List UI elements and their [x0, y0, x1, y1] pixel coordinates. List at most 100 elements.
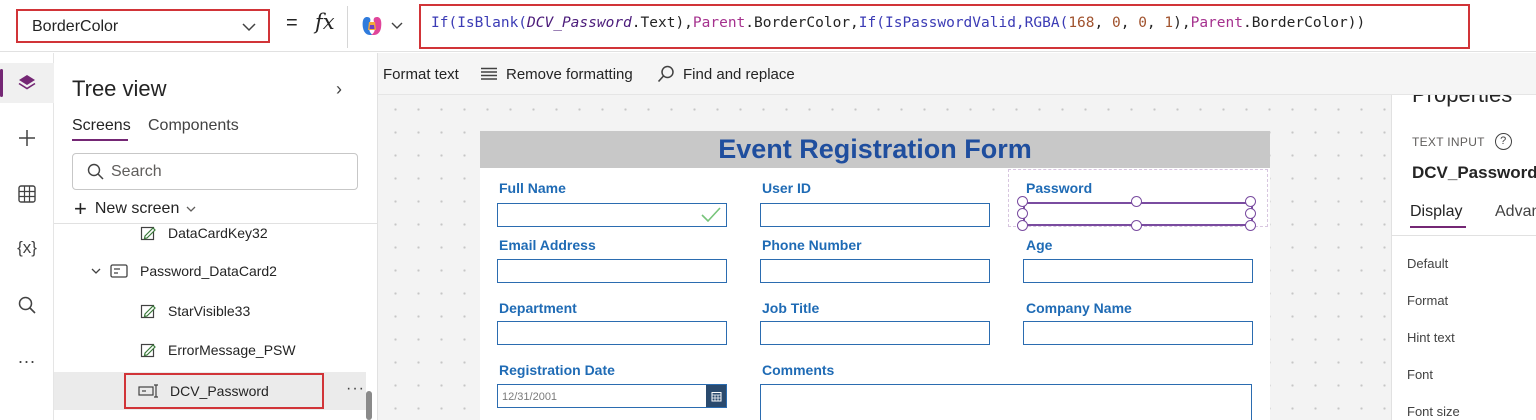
tree-view-panel: Tree view › Screens Components + New scr… [54, 53, 378, 420]
formula-token: Parent [692, 15, 746, 31]
tree-node-password-datacard2[interactable]: Password_DataCard2 [90, 256, 277, 286]
tab-screens[interactable]: Screens [72, 117, 131, 135]
formula-toolbar: Format text Remove formatting Find and r… [347, 53, 1536, 95]
design-canvas[interactable]: Event Registration Form Full Name User I… [378, 95, 1391, 420]
full-name-input[interactable] [497, 203, 727, 227]
control-type: TEXT INPUT ? [1412, 133, 1512, 150]
formula-token: , [1120, 15, 1139, 31]
label-comments: Comments [762, 362, 835, 378]
label-company: Company Name [1026, 300, 1132, 316]
calendar-button[interactable] [706, 385, 726, 407]
department-input[interactable] [497, 321, 727, 345]
formula-token: , [1094, 15, 1112, 31]
label-user-id: User ID [762, 180, 812, 196]
text-input-icon [138, 384, 158, 398]
properties-title: Properties [1412, 95, 1512, 108]
form-screen[interactable]: Event Registration Form Full Name User I… [480, 131, 1270, 420]
search-icon [18, 296, 36, 314]
tree-scrollbar[interactable] [366, 391, 372, 420]
resize-handle[interactable] [1017, 220, 1028, 231]
rail-insert-button[interactable] [0, 118, 54, 158]
phone-input[interactable] [760, 259, 990, 283]
formula-token: 168 [1068, 15, 1095, 31]
search-icon [87, 163, 104, 180]
comments-input[interactable] [760, 384, 1252, 420]
tab-components[interactable]: Components [148, 117, 239, 135]
remove-formatting-button[interactable]: Remove formatting [480, 63, 633, 85]
label-email: Email Address [499, 237, 596, 253]
tab-advanced[interactable]: Advanced [1495, 203, 1536, 221]
email-input[interactable] [497, 259, 727, 283]
copilot-button[interactable] [360, 14, 406, 38]
rail-data-button[interactable] [0, 174, 54, 214]
label-job-title: Job Title [762, 300, 820, 316]
prop-hint-text: Hint text [1407, 330, 1455, 345]
formula-token: If(IsBlank( [431, 15, 528, 31]
registration-date-picker[interactable]: 12/31/2001 [497, 384, 727, 408]
copilot-icon [362, 17, 382, 35]
resize-handle[interactable] [1245, 208, 1256, 219]
control-name[interactable]: DCV_Password [1412, 163, 1536, 183]
formula-token: 1 [1164, 15, 1174, 31]
chevron-down-icon [242, 23, 256, 32]
property-dropdown[interactable]: BorderColor [16, 9, 270, 43]
formula-token: .BorderColor)) [1242, 15, 1366, 31]
help-icon[interactable]: ? [1494, 133, 1512, 150]
prop-font: Font [1407, 367, 1434, 382]
collapse-panel-icon[interactable]: › [336, 79, 342, 100]
label-phone: Phone Number [762, 237, 862, 253]
resize-handle[interactable] [1131, 220, 1142, 231]
formula-bar: BorderColor = fx If(IsBlank(DCV_Password… [0, 0, 1536, 52]
form-title: Event Registration Form [718, 134, 1032, 164]
resize-handle[interactable] [1131, 196, 1142, 207]
plus-icon [19, 130, 35, 146]
formula-token: ), [1173, 15, 1191, 31]
company-input[interactable] [1023, 321, 1253, 345]
layers-icon [18, 75, 36, 90]
format-text-label: Format text [383, 65, 459, 83]
tree-node-dcv-password[interactable]: DCV_Password [124, 373, 324, 409]
find-replace-button[interactable]: Find and replace [657, 63, 795, 85]
rail-variables-button[interactable]: {x} [0, 228, 54, 268]
equals-sign: = [286, 12, 298, 34]
remove-formatting-icon [481, 67, 497, 80]
more-icon: ... [17, 346, 36, 367]
check-icon [701, 207, 721, 223]
label-full-name: Full Name [499, 180, 566, 196]
tab-active-indicator [72, 139, 128, 141]
resize-handle[interactable] [1017, 196, 1028, 207]
formula-token: 0 [1111, 15, 1121, 31]
tree-search-box[interactable] [72, 153, 358, 190]
rail-tree-view-button[interactable] [0, 63, 54, 103]
tree-node-starvisible33[interactable]: StarVisible33 [140, 296, 250, 326]
tree-node-label: Password_DataCard2 [140, 263, 277, 279]
formula-input[interactable]: If(IsBlank(DCV_Password.Text),Parent.Bor… [419, 4, 1470, 49]
tree-search-input[interactable] [111, 161, 341, 183]
age-input[interactable] [1023, 259, 1253, 283]
formula-token: 0 [1138, 15, 1147, 31]
property-dropdown-value: BorderColor [32, 18, 119, 35]
more-options-icon[interactable]: ··· [346, 380, 365, 398]
control-type-label: TEXT INPUT [1412, 134, 1485, 149]
tree-node-label: DCV_Password [170, 383, 269, 399]
fx-icon: fx [315, 10, 335, 34]
tree-node-label: StarVisible33 [168, 303, 251, 319]
edit-label-icon [140, 343, 156, 358]
tree-node-datacardkey32[interactable]: DataCardKey32 [140, 218, 268, 248]
rail-more-button[interactable]: ... [0, 337, 54, 377]
tab-display[interactable]: Display [1410, 203, 1462, 221]
resize-handle[interactable] [1017, 208, 1028, 219]
edit-label-icon [140, 304, 156, 319]
new-screen-button[interactable]: + New screen [74, 198, 197, 220]
resize-handle[interactable] [1245, 196, 1256, 207]
job-title-input[interactable] [760, 321, 990, 345]
tree-node-label: DataCardKey32 [168, 225, 268, 241]
formula-token: DCV_Password [527, 15, 632, 31]
user-id-input[interactable] [760, 203, 990, 227]
rail-search-button[interactable] [0, 285, 54, 325]
formula-token: If(IsPasswordValid,RGBA( [858, 15, 1069, 31]
properties-panel: Properties TEXT INPUT ? DCV_Password Dis… [1391, 95, 1536, 420]
tree-node-errormessage-psw[interactable]: ErrorMessage_PSW [140, 335, 296, 365]
resize-handle[interactable] [1245, 220, 1256, 231]
find-replace-label: Find and replace [683, 65, 795, 83]
